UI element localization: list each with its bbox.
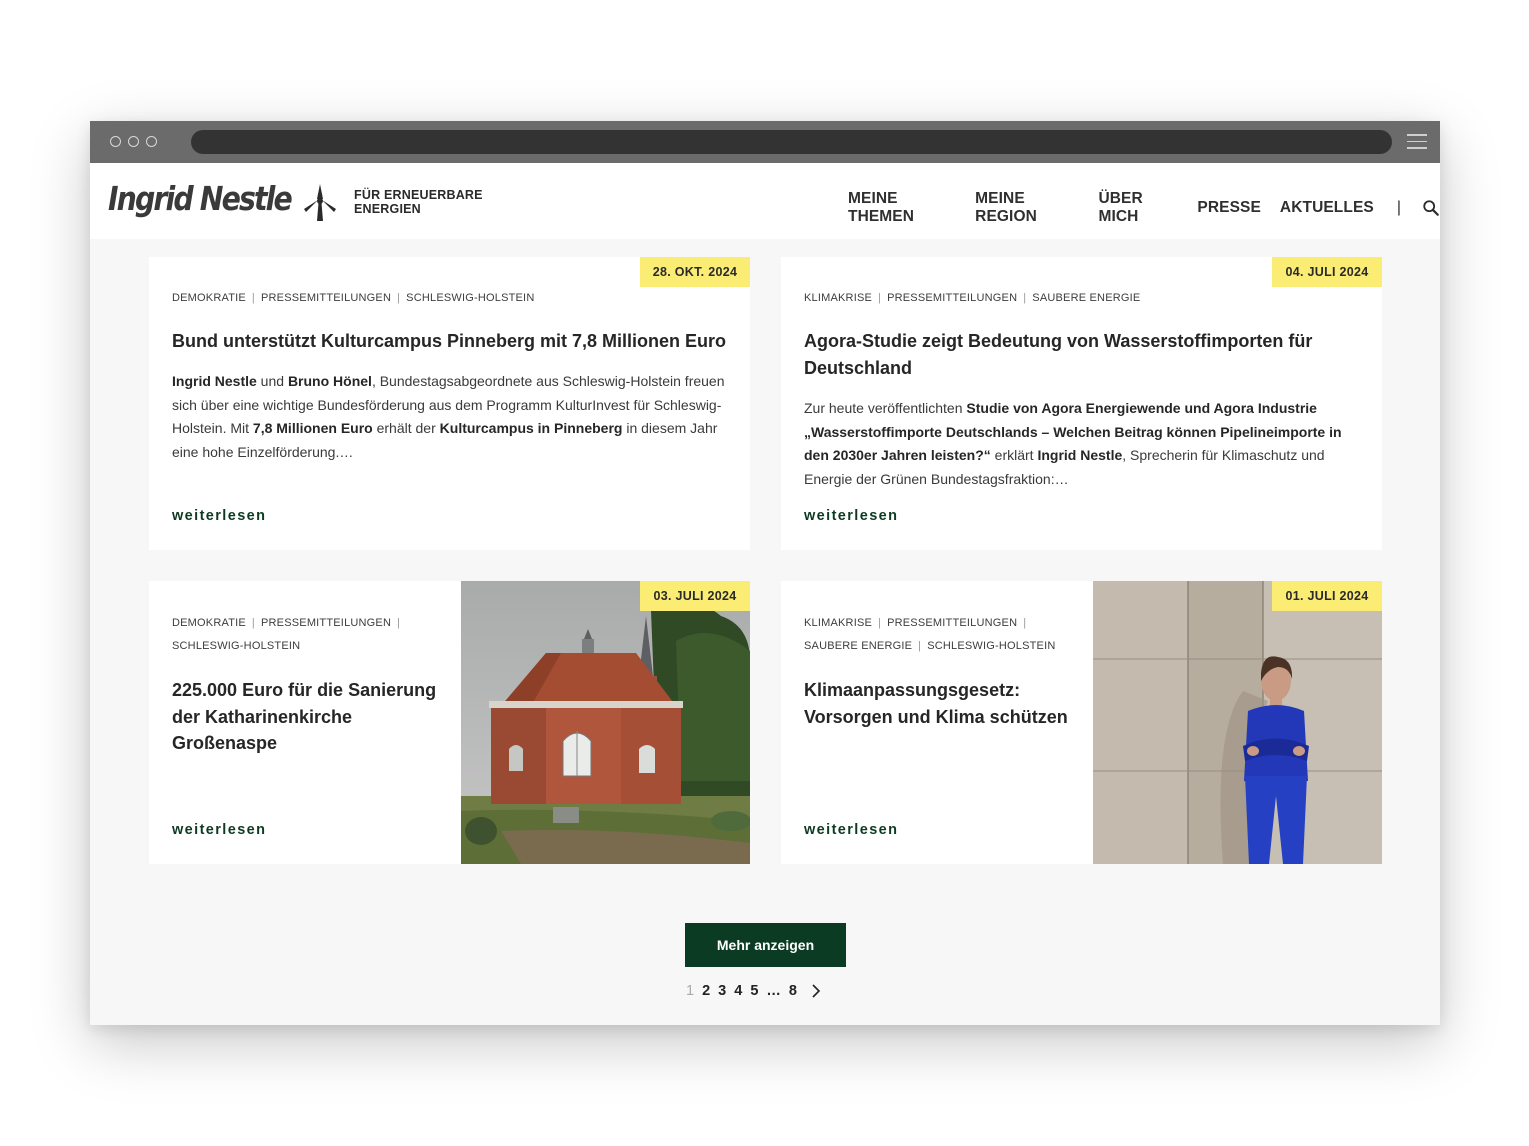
window-control-dot[interactable] — [146, 136, 157, 147]
main-nav: MEINE THEMEN MEINE REGION ÜBER MICH PRES… — [848, 190, 1440, 226]
hamburger-icon[interactable] — [1407, 134, 1427, 150]
tag-link[interactable]: KLIMAKRISE — [804, 292, 872, 304]
post-excerpt: Ingrid Nestle und Bruno Hönel, Bundestag… — [172, 373, 725, 460]
tag-link[interactable]: SAUBERE ENERGIE — [1032, 292, 1140, 304]
tag-link[interactable]: DEMOKRATIE — [172, 617, 246, 629]
window-control-dot[interactable] — [110, 136, 121, 147]
wind-turbine-icon — [304, 184, 336, 221]
date-badge: 04. JULI 2024 — [1272, 257, 1382, 287]
read-more-link[interactable]: weiterlesen — [804, 508, 898, 524]
browser-window: Ingrid Nestle FÜR ERNEUERBARE ENERGIEN M… — [90, 121, 1440, 1025]
site-tagline: FÜR ERNEUERBARE ENERGIEN — [354, 188, 483, 216]
portrait-photo[interactable] — [1093, 581, 1382, 864]
tagline-line: ENERGIEN — [354, 202, 421, 216]
date-badge: 01. JULI 2024 — [1272, 581, 1382, 611]
page-link[interactable]: 2 — [702, 983, 710, 999]
tag-link[interactable]: SCHLESWIG-HOLSTEIN — [406, 292, 534, 304]
post-title[interactable]: Agora-Studie zeigt Bedeutung von Wassers… — [804, 328, 1344, 381]
read-more-link[interactable]: weiterlesen — [804, 822, 898, 838]
tag-link[interactable]: PRESSEMITTEILUNGEN — [261, 292, 391, 304]
tag-link[interactable]: SCHLESWIG-HOLSTEIN — [927, 640, 1055, 652]
page-link[interactable]: 3 — [718, 983, 726, 999]
tag-link[interactable]: KLIMAKRISE — [804, 617, 872, 629]
nav-item-meine-region[interactable]: MEINE REGION — [975, 190, 1079, 226]
browser-chrome — [90, 121, 1440, 163]
tag-link[interactable]: SAUBERE ENERGIE — [804, 640, 912, 652]
tagline-line: FÜR ERNEUERBARE — [354, 188, 483, 202]
nav-item-presse[interactable]: PRESSE — [1197, 199, 1261, 217]
pagination: 1 2 3 4 5 … 8 — [686, 983, 821, 999]
load-more-button[interactable]: Mehr anzeigen — [685, 923, 846, 967]
site-header: Ingrid Nestle FÜR ERNEUERBARE ENERGIEN M… — [90, 163, 1440, 239]
tag-link[interactable]: DEMOKRATIE — [172, 292, 246, 304]
post-card[interactable]: 01. JULI 2024 KLIMAKRISE | PRESSEMITTEILUN… — [781, 581, 1382, 864]
tag-link[interactable]: SCHLESWIG-HOLSTEIN — [172, 640, 300, 652]
post-tags: KLIMAKRISE | PRESSEMITTEILUNGEN | SAUBERE EN… — [804, 292, 1141, 304]
post-tags: DEMOKRATIE | PRESSEMITTEILUNGEN | SCHLESWIG-… — [172, 617, 401, 652]
page-link[interactable]: 4 — [734, 983, 742, 999]
post-title[interactable]: Klimaanpassungsgesetz: Vorsorgen und Kli… — [804, 677, 1074, 730]
tag-link[interactable]: PRESSEMITTEILUNGEN — [261, 617, 391, 629]
address-bar[interactable] — [191, 130, 1392, 154]
chevron-right-icon[interactable] — [811, 984, 821, 998]
nav-item-meine-themen[interactable]: MEINE THEMEN — [848, 190, 956, 226]
post-title[interactable]: 225.000 Euro für die Sanierung der Katha… — [172, 677, 442, 757]
search-icon[interactable] — [1422, 198, 1440, 218]
read-more-link[interactable]: weiterlesen — [172, 508, 266, 524]
nav-item-ueber-mich[interactable]: ÜBER MICH — [1098, 190, 1178, 226]
post-card[interactable]: 03. JULI 2024 DEMOKRATIE | PRESSEMITTEILUN… — [149, 581, 750, 864]
tag-link[interactable]: PRESSEMITTEILUNGEN — [887, 292, 1017, 304]
post-tags: DEMOKRATIE | PRESSEMITTEILUNGEN | SCHLESWIG-… — [172, 292, 535, 304]
post-excerpt: Zur heute veröffentlichten Studie von Ag… — [804, 400, 1342, 487]
read-more-link[interactable]: weiterlesen — [172, 822, 266, 838]
date-badge: 03. JULI 2024 — [640, 581, 750, 611]
date-badge: 28. OKT. 2024 — [640, 257, 750, 287]
nav-item-aktuelles[interactable]: AKTUELLES — [1280, 199, 1374, 217]
tag-link[interactable]: PRESSEMITTEILUNGEN — [887, 617, 1017, 629]
post-tags: KLIMAKRISE | PRESSEMITTEILUNGEN | SAUBERE EN… — [804, 617, 1056, 652]
post-card[interactable]: 04. JULI 2024 KLIMAKRISE | PRESSEMITTEILUN… — [781, 257, 1382, 550]
post-card[interactable]: 28. OKT. 2024 DEMOKRATIE | PRESSEMITTEILUN… — [149, 257, 750, 550]
site-logo[interactable]: Ingrid Nestle — [108, 179, 293, 218]
nav-separator: | — [1396, 199, 1401, 216]
church-photo[interactable] — [461, 581, 750, 864]
page-link[interactable]: 8 — [789, 983, 797, 999]
pagination-ellipsis: … — [766, 983, 781, 999]
page-link-current: 1 — [686, 983, 695, 999]
page-link[interactable]: 5 — [750, 983, 758, 999]
window-control-dot[interactable] — [128, 136, 139, 147]
post-title[interactable]: Bund unterstützt Kulturcampus Pinneberg … — [172, 328, 732, 355]
